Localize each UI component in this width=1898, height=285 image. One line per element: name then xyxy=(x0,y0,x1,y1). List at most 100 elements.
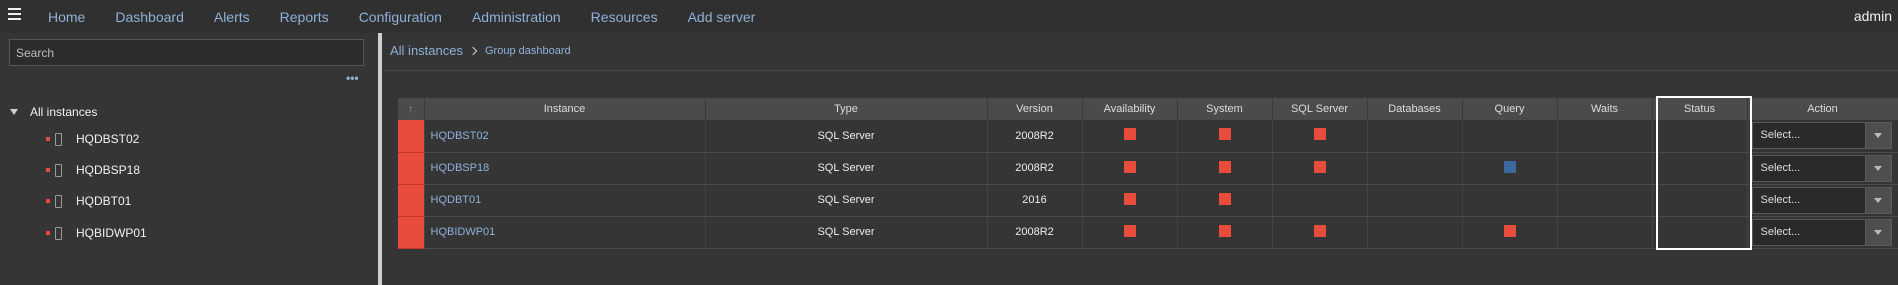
system-cell xyxy=(1177,152,1273,185)
nav-alerts[interactable]: Alerts xyxy=(214,9,250,25)
instance-link[interactable]: HQDBST02 xyxy=(424,120,706,153)
nav-dashboard[interactable]: Dashboard xyxy=(115,9,184,25)
search-input[interactable] xyxy=(9,39,364,66)
nav-home[interactable]: Home xyxy=(48,9,85,25)
instance-link[interactable]: HQDBT01 xyxy=(424,184,706,217)
nav-reports[interactable]: Reports xyxy=(280,9,329,25)
tree-item-instance[interactable]: HQBIDWP01 xyxy=(46,226,147,240)
action-select-value[interactable]: Select... xyxy=(1751,218,1866,246)
nav-configuration[interactable]: Configuration xyxy=(359,9,442,25)
status-cell xyxy=(1652,184,1748,217)
column-header-status[interactable]: Status xyxy=(1652,98,1748,120)
table-row[interactable]: HQBIDWP01 SQL Server 2008R2 Select... xyxy=(398,216,1898,249)
column-header-type[interactable]: Type xyxy=(705,98,988,120)
sqlserver-cell xyxy=(1272,216,1368,249)
table-body: HQDBST02 SQL Server 2008R2 Select... HQDBSP1… xyxy=(398,120,1898,249)
alert-square-icon[interactable] xyxy=(1218,192,1231,205)
databases-cell xyxy=(1367,184,1463,217)
instances-table: ↑ Instance Type Version Availability Sys… xyxy=(398,98,1898,249)
alert-dot-icon xyxy=(46,199,50,203)
alert-square-icon[interactable] xyxy=(1218,128,1231,141)
dropdown-arrow-icon[interactable] xyxy=(1865,154,1892,182)
status-cell xyxy=(1652,120,1748,153)
waits-cell xyxy=(1557,184,1653,217)
column-header-sql-server[interactable]: SQL Server xyxy=(1272,98,1368,120)
alert-square-icon[interactable] xyxy=(1123,128,1136,141)
column-header-version[interactable]: Version xyxy=(987,98,1083,120)
nav-add-server[interactable]: Add server xyxy=(688,9,756,25)
breadcrumb-all-instances[interactable]: All instances xyxy=(390,43,463,58)
caret-down-icon[interactable] xyxy=(10,109,18,115)
action-select[interactable]: Select... xyxy=(1751,122,1892,150)
instance-link[interactable]: HQDBSP18 xyxy=(424,152,706,185)
pane-splitter[interactable] xyxy=(378,33,382,285)
query-cell xyxy=(1462,152,1558,185)
action-select[interactable]: Select... xyxy=(1751,154,1892,182)
action-select[interactable]: Select... xyxy=(1751,218,1892,246)
alert-square-icon[interactable] xyxy=(1123,160,1136,173)
breadcrumb: All instances Group dashboard xyxy=(390,43,571,58)
action-cell: Select... xyxy=(1747,120,1898,153)
server-icon xyxy=(55,226,62,240)
action-select-value[interactable]: Select... xyxy=(1751,122,1866,150)
table-row[interactable]: HQDBSP18 SQL Server 2008R2 Select... xyxy=(398,152,1898,185)
nav-administration[interactable]: Administration xyxy=(472,9,561,25)
hamburger-menu-icon[interactable] xyxy=(8,8,21,20)
column-header-query[interactable]: Query xyxy=(1462,98,1558,120)
availability-cell xyxy=(1082,152,1178,185)
more-options-icon[interactable]: ••• xyxy=(346,71,359,85)
action-cell: Select... xyxy=(1747,152,1898,185)
type-cell: SQL Server xyxy=(705,152,988,185)
column-header-databases[interactable]: Databases xyxy=(1367,98,1463,120)
alert-square-icon[interactable] xyxy=(1503,224,1516,237)
alert-square-icon[interactable] xyxy=(1123,224,1136,237)
action-select-value[interactable]: Select... xyxy=(1751,186,1866,214)
tree-item-label: HQBIDWP01 xyxy=(76,226,147,240)
column-header-waits[interactable]: Waits xyxy=(1557,98,1653,120)
alert-dot-icon xyxy=(46,231,50,235)
nav-resources[interactable]: Resources xyxy=(591,9,658,25)
version-cell: 2008R2 xyxy=(987,152,1083,185)
column-header-system[interactable]: System xyxy=(1177,98,1273,120)
sort-arrow-icon[interactable]: ↑ xyxy=(408,104,413,115)
alert-square-icon[interactable] xyxy=(1218,160,1231,173)
dropdown-arrow-icon[interactable] xyxy=(1865,218,1892,246)
action-select-value[interactable]: Select... xyxy=(1751,154,1866,182)
system-cell xyxy=(1177,216,1273,249)
alert-square-icon[interactable] xyxy=(1313,128,1326,141)
sort-header[interactable]: ↑ xyxy=(398,98,425,120)
waits-cell xyxy=(1557,152,1653,185)
instance-link[interactable]: HQBIDWP01 xyxy=(424,216,706,249)
status-cell xyxy=(1652,216,1748,249)
tree-item-instance[interactable]: HQDBT01 xyxy=(46,194,131,208)
table-row[interactable]: HQDBT01 SQL Server 2016 Select... xyxy=(398,184,1898,217)
user-menu[interactable]: admin xyxy=(1854,8,1892,24)
availability-cell xyxy=(1082,120,1178,153)
server-icon xyxy=(55,194,62,208)
alert-dot-icon xyxy=(46,168,50,172)
tree-item-instance[interactable]: HQDBSP18 xyxy=(46,163,140,177)
type-cell: SQL Server xyxy=(705,216,988,249)
alert-square-icon[interactable] xyxy=(1313,160,1326,173)
column-header-instance[interactable]: Instance xyxy=(424,98,706,120)
alert-square-icon[interactable] xyxy=(1123,192,1136,205)
tree-item-label: HQDBT01 xyxy=(76,194,132,208)
sidebar: ••• All instances HQDBST02 HQDBSP18 HQDB… xyxy=(0,33,372,285)
severity-strip xyxy=(398,120,425,153)
alert-square-icon[interactable] xyxy=(1218,224,1231,237)
sqlserver-cell xyxy=(1272,120,1368,153)
tree-item-instance[interactable]: HQDBST02 xyxy=(46,132,139,146)
action-select[interactable]: Select... xyxy=(1751,186,1892,214)
alert-square-icon[interactable] xyxy=(1313,224,1326,237)
table-row[interactable]: HQDBST02 SQL Server 2008R2 Select... xyxy=(398,120,1898,153)
dropdown-arrow-icon[interactable] xyxy=(1865,186,1892,214)
tree-root-all-instances[interactable]: All instances xyxy=(10,105,97,119)
dropdown-arrow-icon[interactable] xyxy=(1865,122,1892,150)
severity-strip xyxy=(398,184,425,217)
info-square-icon[interactable] xyxy=(1503,160,1516,173)
version-cell: 2016 xyxy=(987,184,1083,217)
system-cell xyxy=(1177,184,1273,217)
alert-dot-icon xyxy=(46,137,50,141)
tree-item-label: HQDBST02 xyxy=(76,132,140,146)
column-header-availability[interactable]: Availability xyxy=(1082,98,1178,120)
